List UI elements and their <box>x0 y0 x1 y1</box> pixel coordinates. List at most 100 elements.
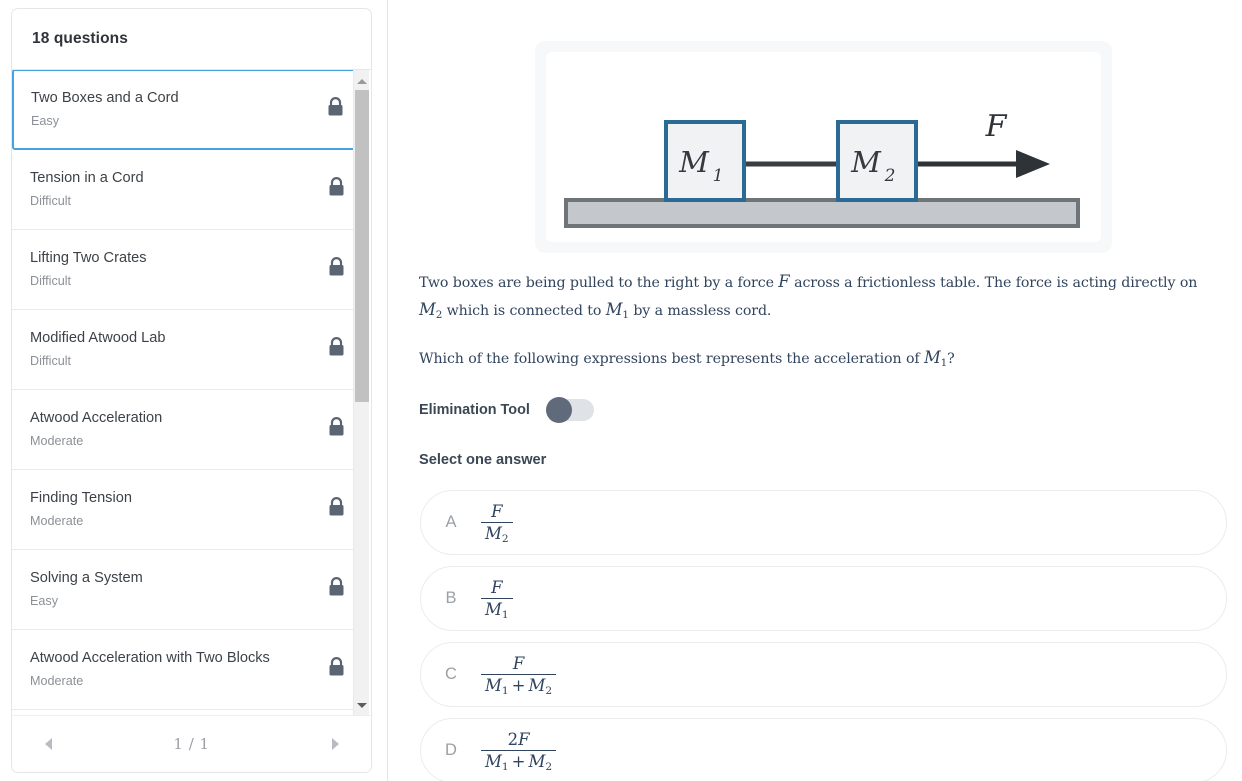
q2-mass-1-symbol: M1 <box>923 348 948 370</box>
elimination-tool-toggle[interactable] <box>545 397 594 423</box>
toggle-knob <box>545 397 572 423</box>
physics-diagram-card: M 1 M 2 F <box>535 41 1112 253</box>
q1-m1-sub: 1 <box>622 309 629 322</box>
question-list-item[interactable]: Atwood Acceleration Moderate <box>12 390 364 470</box>
question-list-item[interactable]: Lifting Two Crates Difficult <box>12 230 364 310</box>
answer-option-letter: B <box>445 589 457 607</box>
answer-3-numerator: F <box>518 729 530 749</box>
answer-option[interactable]: B F M1 <box>420 566 1227 631</box>
answer-option-expression: F M2 <box>481 501 1226 544</box>
question-item-title: Modified Atwood Lab <box>30 330 166 347</box>
q1-text-d: by a massless cord. <box>628 303 772 320</box>
question-item-text: Atwood Acceleration with Two Blocks Moder… <box>30 649 270 689</box>
fraction-numerator: 2F <box>504 729 534 750</box>
question-list-item[interactable]: Tension in a Cord Difficult <box>12 150 364 230</box>
fraction-numerator: F <box>509 654 528 674</box>
scrollbar-down-button[interactable] <box>354 697 370 713</box>
question-detail-panel: M 1 M 2 F Two boxes are being pulled to … <box>389 0 1242 781</box>
triangle-right-icon <box>331 738 339 750</box>
lock-icon <box>329 657 344 676</box>
elimination-tool-label: Elimination Tool <box>419 402 530 418</box>
q2-text-a: Which of the following expressions best … <box>419 351 924 368</box>
answer-1-numerator: F <box>491 577 503 597</box>
question-list-item[interactable]: Modified Atwood Lab Difficult <box>12 310 364 390</box>
question-paragraph-2: Which of the following expressions best … <box>419 344 1209 372</box>
triangle-left-icon <box>44 738 52 750</box>
lock-icon <box>329 177 344 196</box>
pagination-next-button[interactable] <box>327 736 343 752</box>
sidebar-scrollbar[interactable] <box>353 70 369 716</box>
pagination-bar: 1 / 1 <box>12 715 371 772</box>
question-list-item[interactable]: Solving a System Easy <box>12 550 364 630</box>
question-paragraph-1: Two boxes are being pulled to the right … <box>419 268 1209 324</box>
fraction: 2F M1 + M2 <box>481 729 557 773</box>
answer-3-den-m2-sub: 2 <box>545 760 553 773</box>
q1-text-a: Two boxes are being pulled to the right … <box>419 275 779 291</box>
question-item-difficulty: Easy <box>31 114 59 129</box>
triangle-up-icon <box>357 78 367 84</box>
answer-0-numerator: F <box>491 501 503 521</box>
lock-icon <box>329 577 344 596</box>
fraction-numerator: F <box>487 501 506 522</box>
question-list-sidebar: 18 questions Two Boxes and a Cord Easy Ten… <box>0 0 388 781</box>
pagination-indicator: 1 / 1 <box>173 735 210 753</box>
fraction-denominator: M1 <box>481 597 513 620</box>
question-item-difficulty: Difficult <box>30 354 72 369</box>
question-practice-page: 18 questions Two Boxes and a Cord Easy Ten… <box>0 0 1242 781</box>
select-one-answer-label: Select one answer <box>419 452 547 468</box>
fraction: F M2 <box>481 501 513 544</box>
fraction-denominator: M2 <box>481 521 513 544</box>
question-item-difficulty: Moderate <box>30 674 84 689</box>
physics-diagram-canvas: M 1 M 2 F <box>546 52 1101 242</box>
question-item-text: Atwood Acceleration Moderate <box>30 409 162 449</box>
answer-option[interactable]: C F M1 + M2 <box>420 642 1227 707</box>
answer-3-den-m1: M <box>485 751 502 771</box>
lock-icon-wrapper <box>328 657 345 682</box>
lock-icon-wrapper <box>328 257 345 282</box>
question-list-item[interactable]: Atwood Acceleration with Two Blocks Moder… <box>12 630 364 710</box>
lock-icon-wrapper <box>328 177 345 202</box>
fraction-denominator: M1 + M2 <box>481 749 557 773</box>
q2-text-b: ? <box>947 351 955 368</box>
answer-option-letter: D <box>445 741 457 759</box>
svg-text:2: 2 <box>884 166 896 186</box>
svg-text:F: F <box>985 109 1008 144</box>
answer-option-expression: F M1 <box>481 577 1226 620</box>
question-item-text: Lifting Two Crates Difficult <box>30 249 147 289</box>
question-item-text: Tension in a Cord Difficult <box>30 169 144 209</box>
lock-icon-wrapper <box>327 97 344 122</box>
scrollbar-up-button[interactable] <box>354 73 370 89</box>
q1-mass-1-symbol: M1 <box>605 300 629 322</box>
answer-option-letter: C <box>445 665 457 683</box>
two-boxes-on-table-svg: M 1 M 2 F <box>564 109 1080 228</box>
answer-3-den-m2: M <box>528 751 546 771</box>
answer-options-list: A F M2 B F M1 C F M1 + M2 D 2F M1 + M2 <box>420 490 1227 781</box>
fraction-denominator: M1 + M2 <box>481 673 557 697</box>
answer-option[interactable]: A F M2 <box>420 490 1227 555</box>
questions-count-header: 18 questions <box>12 9 371 70</box>
question-item-text: Solving a System Easy <box>30 569 143 609</box>
q2-m1-base: M <box>923 348 941 368</box>
lock-icon-wrapper <box>328 417 345 442</box>
lock-icon <box>328 97 343 116</box>
svg-text:M: M <box>678 145 710 179</box>
question-list-item[interactable]: Finding Tension Moderate <box>12 470 364 550</box>
pagination-prev-button[interactable] <box>40 736 56 752</box>
scrollbar-thumb[interactable] <box>355 90 369 402</box>
question-item-text: Modified Atwood Lab Difficult <box>30 329 166 369</box>
answer-option-expression: F M1 + M2 <box>481 654 1226 697</box>
q2-m1-sub: 1 <box>940 357 948 370</box>
question-list-item[interactable]: Two Boxes and a Cord Easy <box>12 70 364 150</box>
q1-m1-base: M <box>605 300 623 320</box>
svg-text:M: M <box>850 145 882 179</box>
answer-2-den-m1-sub: 1 <box>501 684 509 697</box>
elimination-tool-row: Elimination Tool <box>419 397 594 423</box>
q1-mass-2-symbol: M2 <box>419 300 442 321</box>
question-item-difficulty: Moderate <box>30 514 84 529</box>
question-item-difficulty: Difficult <box>30 274 72 289</box>
question-list-viewport: Two Boxes and a Cord Easy Tension in a Cor… <box>12 70 371 716</box>
answer-option[interactable]: D 2F M1 + M2 <box>420 718 1227 781</box>
sidebar-card: 18 questions Two Boxes and a Cord Easy Ten… <box>11 8 372 773</box>
question-item-text: Two Boxes and a Cord Easy <box>31 89 179 129</box>
answer-3-coefficient: 2 <box>507 729 519 749</box>
